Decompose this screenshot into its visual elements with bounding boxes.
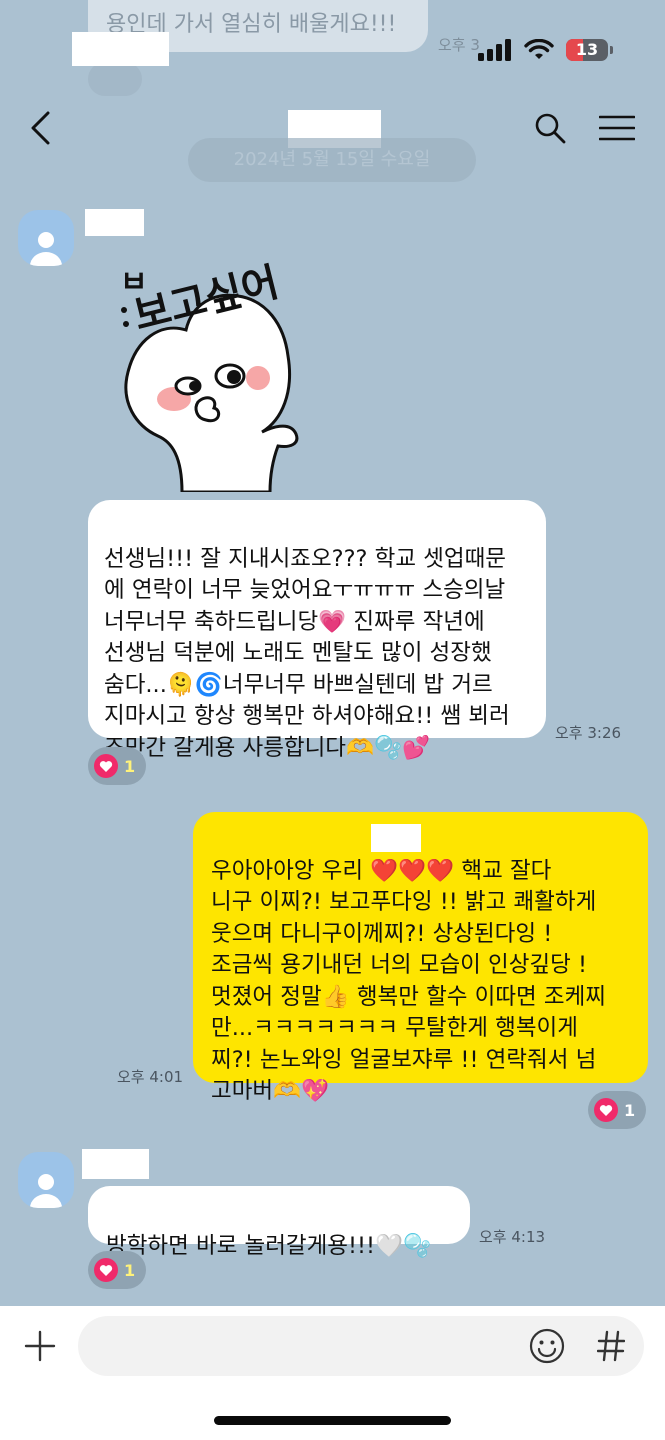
heart-icon (94, 754, 118, 778)
emoji-icon[interactable] (527, 1326, 567, 1366)
my-message-text: 우아아아앙 우리 ❤️❤️❤️ 핵교 잘다 니구 이찌?! 보고푸다잉 !! 밝… (211, 857, 606, 1105)
heart-reaction[interactable]: 1 (588, 1091, 646, 1129)
sticker[interactable]: ㅂ 보고싶어 (110, 252, 310, 494)
message-text: 방학하면 바로 놀러갈게용!!!🤍🫧 (106, 1232, 432, 1259)
heart-reaction[interactable]: 1 (88, 747, 146, 785)
avatar[interactable] (18, 210, 74, 266)
previous-reaction (88, 62, 142, 96)
signal-icon (478, 39, 511, 61)
my-message-bubble[interactable]: 우아아아앙 우리 ❤️❤️❤️ 핵교 잘다 니구 이찌?! 보고푸다잉 !! 밝… (193, 812, 648, 1104)
heart-reaction[interactable]: 1 (88, 1251, 146, 1289)
avatar[interactable] (18, 1152, 74, 1208)
back-icon[interactable] (20, 108, 60, 148)
battery-tip (610, 46, 613, 54)
wifi-icon (524, 39, 554, 59)
redacted-sender-name (82, 1149, 149, 1179)
redacted-name-in-message (371, 824, 421, 852)
redacted-clock (72, 32, 169, 66)
home-indicator (214, 1416, 451, 1425)
default-avatar-icon (30, 1174, 62, 1208)
reaction-count: 1 (124, 756, 136, 776)
hashtag-icon[interactable] (591, 1326, 631, 1366)
redacted-sender-name (85, 209, 144, 236)
message-bubble[interactable]: 선생님!!! 잘 지내시죠오??? 학교 셋업때문 에 연락이 너무 늦었어요ㅜ… (88, 500, 546, 761)
reaction-count: 1 (624, 1100, 636, 1120)
heart-icon (94, 1258, 118, 1282)
heart-icon (594, 1098, 618, 1122)
message-time: 오후 3:26 (555, 724, 622, 742)
plus-icon[interactable] (20, 1326, 60, 1366)
previous-message-time: 오후 3 (438, 36, 480, 54)
battery-indicator: 13 (566, 39, 608, 61)
menu-icon[interactable] (597, 108, 637, 148)
message-bubble[interactable]: 방학하면 바로 놀러갈게용!!!🤍🫧 (88, 1186, 470, 1259)
reaction-count: 1 (124, 1260, 136, 1280)
search-icon[interactable] (530, 108, 570, 148)
date-divider: 2024년 5월 15일 수요일 (188, 138, 476, 182)
my-message-time: 오후 4:01 (117, 1068, 184, 1086)
message-time: 오후 4:13 (479, 1228, 546, 1246)
default-avatar-icon (30, 232, 62, 266)
message-text: 선생님!!! 잘 지내시죠오??? 학교 셋업때문 에 연락이 너무 늦었어요ㅜ… (104, 545, 510, 761)
status-icons: 13 (478, 36, 613, 64)
